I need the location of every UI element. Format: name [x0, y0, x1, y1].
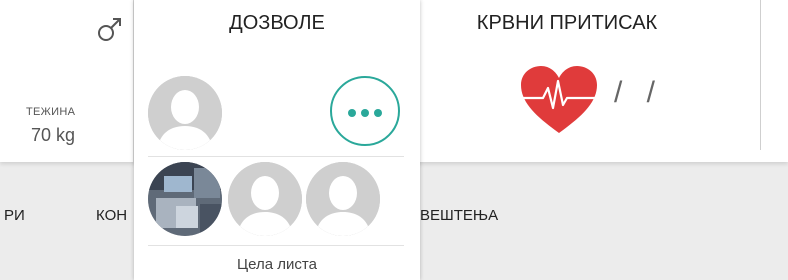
- weight-value: 70 kg: [31, 125, 76, 145]
- avatar[interactable]: [306, 162, 380, 236]
- male-symbol-icon: [98, 18, 121, 41]
- permissions-panel: ДОЗВОЛЕ Цела листа: [134, 0, 420, 280]
- more-dot: [361, 109, 369, 117]
- column-divider-right: [760, 0, 761, 150]
- full-list-link[interactable]: Цела листа: [134, 256, 420, 273]
- permissions-title: ДОЗВОЛЕ: [229, 12, 325, 34]
- user-photo-icon: [148, 162, 222, 236]
- more-dot: [374, 109, 382, 117]
- avatar[interactable]: [148, 76, 222, 150]
- weight-label: ТЕЖИНА: [26, 106, 76, 118]
- blood-pressure-value: / /: [614, 76, 664, 109]
- heart-pulse-icon: [521, 66, 597, 133]
- nav-tab-2[interactable]: КОН: [96, 207, 127, 224]
- nav-tab-3[interactable]: ВЕШТЕЊА: [420, 207, 498, 224]
- user-placeholder-icon: [228, 162, 302, 236]
- nav-tab-1[interactable]: РИ: [4, 207, 25, 224]
- divider: [148, 245, 404, 246]
- avatar-photo[interactable]: [148, 162, 222, 236]
- avatar[interactable]: [228, 162, 302, 236]
- blood-pressure-title: КРВНИ ПРИТИСАК: [476, 12, 658, 34]
- more-dots-icon: [348, 109, 356, 117]
- user-placeholder-icon: [306, 162, 380, 236]
- more-options-button[interactable]: [330, 76, 400, 146]
- user-placeholder-icon: [148, 76, 222, 150]
- divider: [148, 156, 404, 157]
